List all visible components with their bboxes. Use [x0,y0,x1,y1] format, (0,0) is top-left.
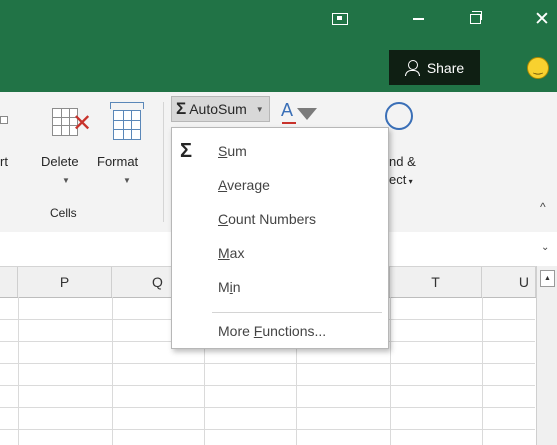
menu-item-max[interactable]: Max [172,236,388,270]
scroll-up-button[interactable]: ▲ [540,270,555,287]
menu-item-label: Max [218,245,245,261]
column-header-partial[interactable] [0,267,18,297]
autosum-dropdown-menu: Σ Sum Average Count Numbers Max Min More… [171,127,389,349]
expand-formula-bar-icon[interactable]: ⌄ [541,242,549,253]
collapse-ribbon-icon[interactable]: ^ [540,200,546,214]
find-select-label-line2[interactable]: ect ▾ [389,172,413,187]
find-select-icon[interactable] [385,102,413,130]
sigma-icon: Σ [180,139,193,162]
menu-item-label: Min [218,279,241,295]
menu-item-label: Sum [218,143,247,159]
autosum-button[interactable]: Σ AutoSum ▼ [171,96,270,122]
ribbon-display-options-icon[interactable] [325,6,355,32]
sigma-icon: Σ [176,99,187,118]
delete-dropdown-arrow[interactable]: ▼ [62,176,70,185]
menu-item-label: Average [218,177,270,193]
minimize-icon[interactable] [403,6,433,32]
grid-col-line [390,297,391,445]
person-icon [404,59,421,76]
title-bar: ✕ Share ‿ [0,0,557,92]
format-cells-icon[interactable] [110,102,144,142]
autosum-label: AutoSum [189,101,247,117]
restore-icon[interactable] [460,6,490,32]
column-header-u[interactable]: U [482,267,536,297]
delete-cells-icon[interactable]: ✕ [52,104,92,140]
share-label: Share [426,59,465,76]
column-header-p[interactable]: P [18,267,112,297]
group-separator [163,102,164,222]
chevron-down-icon[interactable]: ▼ [256,105,264,114]
column-header-t[interactable]: T [390,267,482,297]
menu-item-min[interactable]: Min [172,270,388,304]
grid-row-line [0,363,535,364]
sort-filter-icon[interactable]: A [281,100,317,126]
close-icon[interactable]: ✕ [527,6,557,32]
grid-row-line [0,385,535,386]
menu-item-label: More Functions... [218,323,327,339]
insert-label[interactable]: rt [0,154,8,169]
grid-row-line [0,429,535,430]
format-dropdown-arrow[interactable]: ▼ [123,176,131,185]
menu-item-count-numbers[interactable]: Count Numbers [172,202,388,236]
grid-row-line [0,407,535,408]
smiley-icon[interactable]: ‿ [527,57,549,79]
insert-cells-icon[interactable] [0,106,8,136]
delete-button[interactable]: Delete [41,154,79,169]
menu-item-label: Count Numbers [218,211,317,227]
format-button[interactable]: Format [97,154,138,169]
grid-col-line [482,297,483,445]
menu-separator [212,312,382,313]
menu-item-average[interactable]: Average [172,168,388,202]
grid-col-line [112,297,113,445]
menu-item-sum[interactable]: Σ Sum [172,134,388,168]
cells-group-label: Cells [50,206,77,220]
grid-col-line [18,297,19,445]
find-select-label[interactable]: nd & [389,154,416,169]
share-button[interactable]: Share [389,50,480,85]
vertical-scrollbar[interactable]: ▲ [536,266,557,445]
menu-item-more-functions[interactable]: More Functions... [172,314,388,348]
